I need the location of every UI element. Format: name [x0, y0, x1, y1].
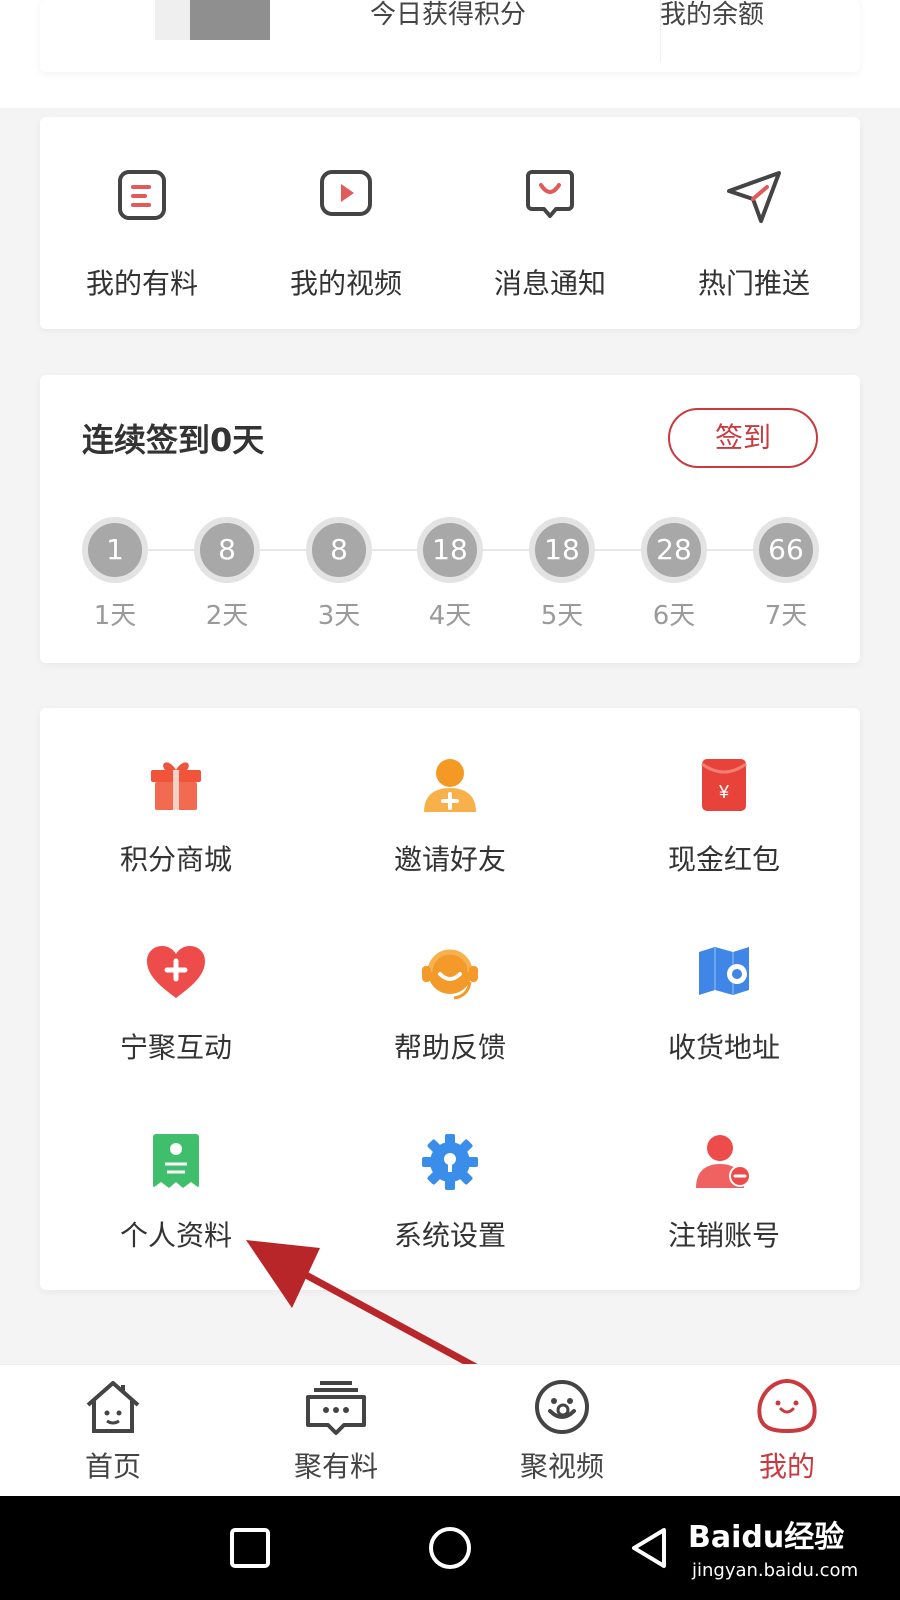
heart-plus-icon [147, 946, 205, 998]
grid-item-label: 帮助反馈 [393, 1031, 506, 1064]
day-points-badge: 18 [529, 517, 595, 583]
quick-item-label: 我的视频 [289, 267, 402, 300]
paper-plane-icon [727, 171, 781, 223]
quick-item-my-content[interactable]: 我的有料 [40, 117, 244, 329]
watermark-sub: jingyan.baidu.com [692, 1560, 859, 1581]
profile-face-icon [757, 1378, 817, 1434]
quick-item-my-videos[interactable]: 我的视频 [244, 117, 448, 329]
day-points-badge: 66 [753, 517, 819, 583]
grid-item-profile[interactable]: 个人资料 [40, 1084, 312, 1270]
quick-item-label: 热门推送 [697, 267, 810, 300]
baidu-watermark: Baidu经验 jingyan.baidu.com [688, 1504, 888, 1594]
points-label[interactable]: 今日获得积分 [370, 0, 526, 31]
grid-item-label: 个人资料 [119, 1219, 232, 1252]
signin-day: 28 6天 [641, 517, 707, 632]
services-grid-card: 积分商城 邀请好友 ¥ 现金红包 宁聚互动 帮助反馈 收货地址 个人资料 系统设… [40, 708, 860, 1290]
day-points-badge: 8 [194, 517, 260, 583]
message-bubble-icon [526, 170, 574, 218]
grid-item-invite-friends[interactable]: 邀请好友 [314, 708, 586, 894]
grid-item-help-feedback[interactable]: 帮助反馈 [314, 896, 586, 1082]
signin-day: 8 3天 [306, 517, 372, 632]
smile-video-icon [535, 1380, 589, 1434]
map-pin-icon [699, 947, 749, 995]
day-label: 7天 [764, 601, 808, 631]
video-play-icon [320, 170, 372, 216]
watermark-main: Baidu经验 [688, 1520, 845, 1555]
grid-item-delete-account[interactable]: 注销账号 [588, 1084, 860, 1270]
grid-item-label: 注销账号 [667, 1219, 780, 1252]
remove-user-icon [696, 1135, 751, 1188]
back-icon[interactable] [626, 1524, 674, 1572]
grid-item-points-mall[interactable]: 积分商城 [40, 708, 312, 894]
home-circle-icon[interactable] [426, 1524, 474, 1572]
signin-day: 1 1天 [82, 517, 148, 632]
quick-item-hot-push[interactable]: 热门推送 [652, 117, 856, 329]
quick-item-label: 消息通知 [493, 267, 606, 300]
recent-apps-icon[interactable] [226, 1524, 274, 1572]
grid-item-system-settings[interactable]: 系统设置 [314, 1084, 586, 1270]
tab-home[interactable]: 首页 [33, 1365, 193, 1497]
avatar[interactable] [155, 0, 270, 40]
signin-button[interactable]: 签到 [668, 408, 818, 468]
day-label: 5天 [540, 601, 584, 631]
day-label: 2天 [205, 601, 249, 631]
signin-card: 连续签到0天 签到 1 1天 8 2天 8 3天 18 4天 18 5天 28 … [40, 375, 860, 663]
grid-item-label: 收货地址 [667, 1031, 780, 1064]
signin-day: 18 4天 [417, 517, 483, 632]
tab-label: 首页 [84, 1450, 141, 1483]
system-navigation-bar: Baidu经验 jingyan.baidu.com [0, 1496, 900, 1600]
grid-item-label: 系统设置 [393, 1219, 506, 1252]
add-user-icon [424, 759, 476, 812]
tab-content[interactable]: 聚有料 [256, 1365, 416, 1497]
headset-icon [422, 949, 478, 1000]
chat-box-icon [306, 1381, 366, 1435]
tab-videos[interactable]: 聚视频 [482, 1365, 642, 1497]
day-label: 1天 [93, 601, 137, 631]
quick-actions-card: 我的有料 我的视频 消息通知 热门推送 [40, 117, 860, 329]
tab-label: 聚有料 [293, 1450, 378, 1483]
signin-day: 18 5天 [529, 517, 595, 632]
note-icon [118, 170, 166, 220]
quick-item-label: 我的有料 [85, 267, 198, 300]
grid-item-label: 现金红包 [667, 843, 780, 876]
day-label: 6天 [652, 601, 696, 631]
day-label: 4天 [428, 601, 472, 631]
signin-title: 连续签到0天 [82, 421, 265, 459]
day-points-badge: 1 [82, 517, 148, 583]
signin-day: 66 7天 [753, 517, 819, 632]
balance-label[interactable]: 我的余额 [660, 0, 764, 31]
bottom-tab-bar: 首页 聚有料 聚视频 我的 [0, 1364, 900, 1496]
gift-icon [151, 762, 201, 810]
tab-label: 我的 [758, 1450, 815, 1483]
grid-item-label: 宁聚互动 [119, 1031, 232, 1064]
profile-card-icon [153, 1134, 199, 1188]
quick-item-notifications[interactable]: 消息通知 [448, 117, 652, 329]
svg-text:¥: ¥ [718, 782, 730, 802]
day-points-badge: 8 [306, 517, 372, 583]
grid-item-shipping-address[interactable]: 收货地址 [588, 896, 860, 1082]
tab-label: 聚视频 [519, 1450, 604, 1483]
settings-gear-icon [422, 1134, 478, 1190]
grid-item-interaction[interactable]: 宁聚互动 [40, 896, 312, 1082]
day-points-badge: 18 [417, 517, 483, 583]
signin-day: 8 2天 [194, 517, 260, 632]
grid-item-label: 积分商城 [119, 843, 232, 876]
tab-mine[interactable]: 我的 [707, 1365, 867, 1497]
grid-item-cash-envelope[interactable]: ¥ 现金红包 [588, 708, 860, 894]
day-label: 3天 [317, 601, 361, 631]
home-icon [86, 1381, 140, 1433]
account-summary-card: 今日获得积分 我的余额 [40, 0, 860, 72]
red-envelope-icon: ¥ [701, 759, 747, 811]
grid-item-label: 邀请好友 [393, 843, 506, 876]
day-points-badge: 28 [641, 517, 707, 583]
